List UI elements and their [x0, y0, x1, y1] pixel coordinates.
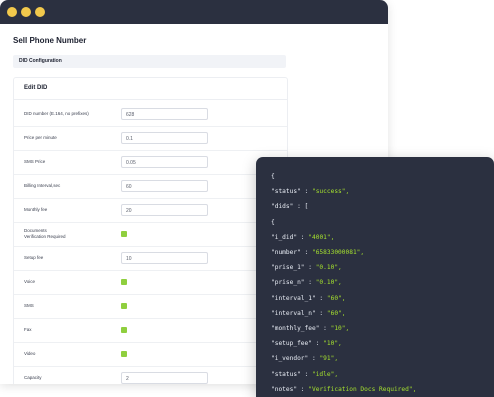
- field-label: Documents Verification Required: [24, 228, 66, 239]
- form-row: Video: [14, 342, 287, 367]
- code-value: "Verification Docs Required",: [308, 385, 417, 393]
- code-line: "dids" : [: [271, 203, 308, 210]
- code-line: "prise_1" : "0.10",: [271, 264, 342, 271]
- form-row: SMS: [14, 294, 287, 319]
- code-line: {: [271, 219, 275, 226]
- code-value: "65833000081",: [311, 249, 365, 256]
- code-value: "60",: [326, 294, 346, 302]
- code-key: "monthly_fee" :: [271, 325, 331, 332]
- code-line: {: [271, 173, 275, 180]
- window-close-dot[interactable]: [7, 7, 17, 17]
- code-key: "status" :: [271, 188, 312, 196]
- code-value: "91",: [319, 355, 339, 363]
- window-titlebar: [0, 0, 388, 24]
- field-label: Price per minute: [24, 135, 57, 140]
- field-input[interactable]: 0.05: [121, 156, 208, 168]
- code-line: "status" : "success",: [271, 188, 349, 195]
- field-input[interactable]: 20: [121, 204, 208, 216]
- code-line: "setup_fee" : "10",: [271, 340, 342, 347]
- code-line: "interval_1" : "60",: [271, 295, 346, 302]
- edit-did-card: Edit DID DID number (E.164, no prefixes)…: [13, 77, 288, 384]
- json-response-panel: {"status" : "success", "dids" : [{"i_did"…: [256, 157, 494, 397]
- code-value: "0.10",: [315, 279, 342, 287]
- field-input[interactable]: 628: [121, 108, 208, 120]
- code-key: {: [271, 218, 275, 226]
- code-key: "dids" : [: [271, 203, 309, 211]
- code-key: "prise_n" :: [271, 279, 316, 287]
- field-input[interactable]: 10: [121, 252, 208, 264]
- code-line: "status" : "idle",: [271, 371, 338, 378]
- code-key: "i_did" :: [271, 233, 309, 241]
- code-line: "i_did" : "4001",: [271, 234, 334, 241]
- field-label: DID number (E.164, no prefixes): [24, 111, 89, 116]
- form-row: Fax: [14, 318, 287, 343]
- field-label: Fax: [24, 327, 32, 332]
- code-key: "setup_fee" :: [271, 340, 324, 348]
- code-value: "60",: [326, 309, 346, 317]
- field-checkbox[interactable]: [121, 231, 127, 237]
- code-key: "prise_1" :: [271, 264, 316, 272]
- field-label: Setup fee: [24, 255, 44, 260]
- code-key: "i_vendor" :: [271, 355, 320, 363]
- field-label: SMS Price: [24, 159, 46, 164]
- form-row: Documents Verification Required: [14, 222, 287, 247]
- code-value: "10",: [323, 340, 342, 348]
- field-input[interactable]: 0.1: [121, 132, 208, 144]
- code-line: "notes" : "Verification Docs Required",: [271, 386, 416, 393]
- window-maximize-dot[interactable]: [35, 7, 45, 17]
- card-divider: [14, 99, 287, 100]
- code-line: "number" : "65833000081",: [271, 249, 364, 256]
- form-row: Monthly fee 20: [14, 198, 287, 223]
- field-input[interactable]: 2: [121, 372, 208, 384]
- field-label: Monthly fee: [24, 207, 48, 212]
- page-title: Sell Phone Number: [13, 36, 87, 45]
- field-label: SMS: [24, 303, 34, 308]
- code-key: "interval_1" :: [271, 294, 327, 302]
- section-header: DID Configuration: [13, 55, 286, 68]
- code-line: "monthly_fee" : "10",: [271, 325, 349, 332]
- form-row: DID number (E.164, no prefixes) 628: [14, 102, 287, 127]
- code-key: "number" :: [271, 249, 312, 256]
- code-line: "interval_n" : "60",: [271, 310, 346, 317]
- code-line: "i_vendor" : "91",: [271, 355, 338, 362]
- form-row: Capacity 2: [14, 366, 287, 384]
- card-title: Edit DID: [24, 85, 48, 91]
- form-row: Setup fee 10: [14, 246, 287, 271]
- section-title: DID Configuration: [19, 58, 62, 64]
- form-row: SMS Price 0.05: [14, 150, 287, 175]
- field-label: Voice: [24, 279, 36, 284]
- code-value: "0.10",: [315, 264, 342, 272]
- form-row: Voice: [14, 270, 287, 295]
- field-label: Video: [24, 351, 36, 356]
- code-value: "10",: [330, 325, 350, 332]
- field-label: Capacity: [24, 375, 42, 380]
- code-line: "prise_n" : "0.10",: [271, 279, 342, 286]
- code-key: "notes" :: [271, 385, 309, 393]
- code-value: "idle",: [311, 370, 339, 378]
- field-checkbox[interactable]: [121, 279, 127, 285]
- code-key: "status" :: [271, 370, 312, 378]
- field-checkbox[interactable]: [121, 351, 127, 357]
- field-input[interactable]: 60: [121, 180, 208, 192]
- field-checkbox[interactable]: [121, 327, 127, 333]
- code-value: "success",: [311, 188, 350, 196]
- code-value: "4001",: [308, 233, 335, 241]
- field-checkbox[interactable]: [121, 303, 127, 309]
- code-key: "interval_n" :: [271, 309, 327, 317]
- window-minimize-dot[interactable]: [21, 7, 31, 17]
- form-row: Price per minute 0.1: [14, 126, 287, 151]
- field-label: Billing Interval,sec: [24, 183, 61, 188]
- code-key: {: [271, 173, 275, 180]
- form-row: Billing Interval,sec 60: [14, 174, 287, 199]
